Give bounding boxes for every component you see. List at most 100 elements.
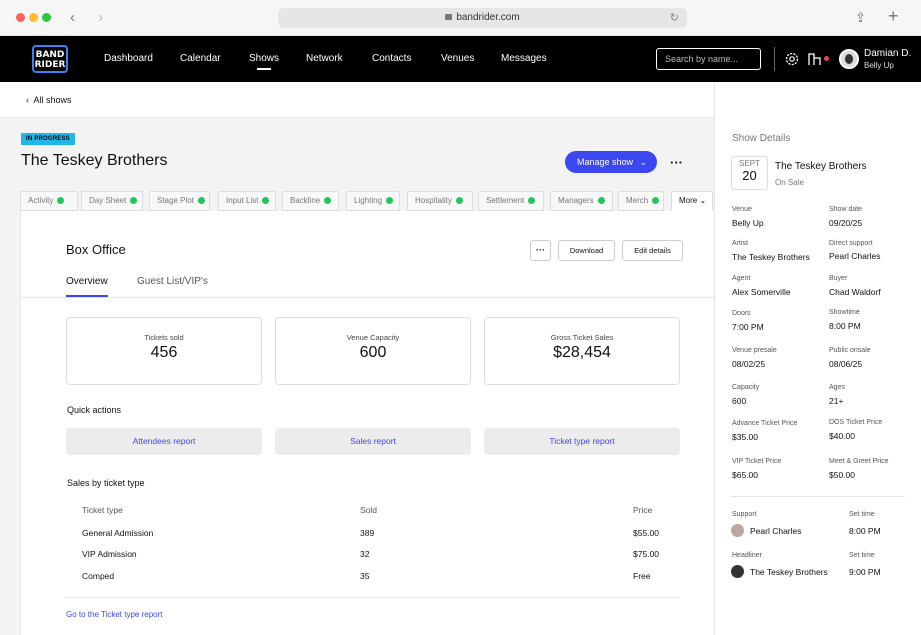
set-time-label: Set time [849, 552, 875, 559]
all-shows-label: All shows [33, 95, 72, 105]
ticket-type-cell: General Admission [82, 528, 154, 538]
check-icon [324, 197, 332, 204]
pearl-charles-avatar [731, 524, 744, 537]
app-navbar: BAND RIDER Dashboard Calendar Shows Netwo… [0, 36, 921, 82]
nav-network[interactable]: Network [306, 53, 343, 64]
field-label: Show date [829, 206, 863, 213]
teskey-brothers-avatar [731, 565, 744, 578]
field-value: Alex Somerville [732, 287, 791, 297]
url-text: bandrider.com [456, 12, 520, 23]
field-label: Direct support [829, 240, 873, 247]
nav-venues[interactable]: Venues [441, 53, 474, 64]
tab-day-sheet[interactable]: Day Sheet [81, 191, 143, 211]
price-cell: Free [633, 571, 651, 581]
band-rider-logo[interactable]: BAND RIDER [32, 45, 68, 73]
field-value: The Teskey Brothers [732, 252, 810, 262]
ticket-type-report-button[interactable]: Ticket type report [484, 428, 680, 455]
sold-cell: 389 [360, 528, 375, 538]
stat-label: Tickets sold [144, 333, 184, 342]
manage-show-button[interactable]: Manage show ⌄ [565, 151, 657, 173]
share-icon[interactable]: ⇪ [855, 10, 866, 26]
field-label: Agent [732, 275, 751, 282]
field-value: Chad Waldorf [829, 287, 881, 297]
subtab-overview[interactable]: Overview [66, 276, 108, 297]
nav-messages[interactable]: Messages [501, 53, 547, 64]
main-content: ‹ All shows IN PROGRESS The Teskey Broth… [0, 82, 715, 635]
tab-label: Hospitality [415, 196, 452, 205]
new-tab-icon[interactable]: + [888, 6, 899, 27]
minimize-window-button[interactable] [29, 13, 38, 22]
tab-managers[interactable]: Managers [550, 191, 613, 211]
status-badge: IN PROGRESS [21, 133, 75, 145]
nav-shows[interactable]: Shows [249, 53, 279, 70]
tab-label: Stage Plot [157, 196, 194, 205]
download-button[interactable]: Download [558, 240, 615, 261]
tab-merch[interactable]: Merch [618, 191, 664, 211]
maximize-window-button[interactable] [42, 13, 51, 22]
address-bar[interactable]: bandrider.com ↻ [278, 8, 687, 28]
field-label: VIP Ticket Price [732, 458, 782, 465]
nav-calendar[interactable]: Calendar [180, 53, 221, 64]
lineup-time: 9:00 PM [849, 567, 881, 577]
tab-backline[interactable]: Backline [282, 191, 339, 211]
tab-input-list[interactable]: Input List [218, 191, 276, 211]
tab-activity[interactable]: Activity [20, 191, 78, 211]
attendees-report-button[interactable]: Attendees report [66, 428, 262, 455]
tab-more[interactable]: More ⌄ [671, 191, 713, 211]
stat-value: $28,454 [553, 344, 611, 361]
field-value: 09/20/25 [829, 218, 863, 228]
stat-gross-sales: Gross Ticket Sales $28,454 [484, 317, 680, 385]
tab-label: Input List [226, 196, 259, 205]
subtab-guest-list[interactable]: Guest List/VIP's [137, 276, 208, 287]
stat-label: Gross Ticket Sales [550, 333, 614, 342]
tab-settlement[interactable]: Settlement [478, 191, 544, 211]
nav-dashboard[interactable]: Dashboard [104, 53, 153, 64]
sales-report-button[interactable]: Sales report [275, 428, 471, 455]
stat-label: Venue Capacity [346, 333, 400, 342]
tab-label: Settlement [486, 196, 525, 205]
field-value: $65.00 [732, 470, 758, 480]
back-arrow-icon[interactable]: ‹ [70, 9, 75, 26]
field-label: Capacity [732, 384, 760, 391]
price-cell: $55.00 [633, 528, 659, 538]
tab-hospitality[interactable]: Hospitality [407, 191, 473, 211]
stat-venue-capacity: Venue Capacity 600 [275, 317, 471, 385]
box-office-more-icon[interactable]: ··· [530, 240, 551, 261]
stat-value: 456 [150, 344, 178, 361]
tab-lighting[interactable]: Lighting [346, 191, 400, 211]
field-value: $35.00 [732, 432, 758, 442]
forward-arrow-icon[interactable]: › [98, 9, 103, 26]
field-value: $50.00 [829, 470, 855, 480]
user-name[interactable]: Damian D. [864, 48, 911, 59]
field-value: 21+ [829, 396, 844, 406]
search-input[interactable]: Search by name... [656, 48, 761, 70]
user-avatar[interactable] [839, 49, 859, 69]
all-shows-link[interactable]: ‹ All shows [26, 95, 72, 105]
ticket-type-cell: VIP Admission [82, 549, 137, 559]
close-window-button[interactable] [16, 13, 25, 22]
show-month: SEPT [739, 159, 760, 168]
venue-icon[interactable] [807, 51, 823, 67]
nav-contacts[interactable]: Contacts [372, 53, 411, 64]
field-value: 600 [732, 396, 747, 406]
column-header-ticket-type: Ticket type [82, 505, 123, 515]
check-icon [130, 197, 138, 204]
ticket-type-cell: Comped [82, 571, 115, 581]
lock-icon [445, 14, 453, 20]
tab-stage-plot[interactable]: Stage Plot [149, 191, 210, 211]
show-details-heading: Show Details [732, 133, 791, 144]
notification-dot [824, 56, 829, 61]
more-options-icon[interactable]: ··· [670, 155, 683, 170]
field-value: 7:00 PM [732, 322, 764, 332]
check-icon [597, 197, 605, 204]
reload-icon[interactable]: ↻ [670, 8, 679, 28]
ticket-type-report-link[interactable]: Go to the Ticket type report [66, 610, 163, 619]
chevron-left-icon: ‹ [26, 95, 29, 105]
table-divider [66, 597, 679, 598]
check-icon [652, 197, 660, 204]
check-icon [528, 197, 536, 204]
gear-icon[interactable] [784, 51, 800, 67]
field-label: Buyer [829, 275, 848, 282]
edit-details-button[interactable]: Edit details [622, 240, 683, 261]
sold-cell: 35 [360, 571, 370, 581]
